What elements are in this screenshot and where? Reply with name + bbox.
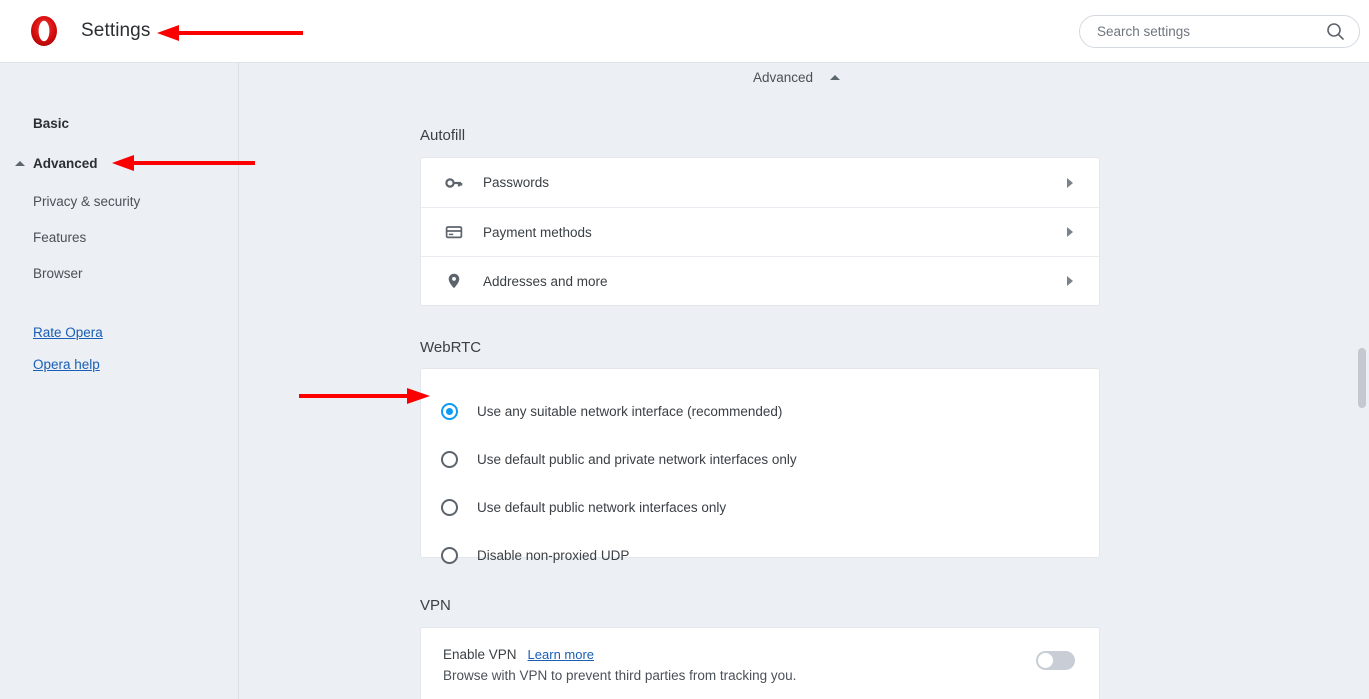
location-pin-icon (443, 272, 465, 290)
opera-help-link[interactable]: Opera help (33, 357, 100, 372)
webrtc-option-any-interface[interactable]: Use any suitable network interface (reco… (421, 387, 1099, 435)
sidebar: Basic Advanced Privacy & security Featur… (0, 63, 239, 699)
enable-vpn-label: Enable VPN (443, 647, 517, 662)
autofill-row-passwords[interactable]: Passwords (421, 158, 1099, 207)
vpn-row: Enable VPN Learn more Browse with VPN to… (421, 628, 1099, 683)
sidebar-item-browser[interactable]: Browser (33, 266, 83, 281)
advanced-toggle-label: Advanced (752, 70, 814, 85)
credit-card-icon (443, 223, 465, 241)
radio-button[interactable] (441, 498, 458, 516)
key-icon (443, 174, 465, 192)
chevron-right-icon[interactable] (1067, 177, 1073, 188)
sidebar-item-features[interactable]: Features (33, 230, 86, 245)
webrtc-option-label: Use any suitable network interface (reco… (477, 403, 783, 419)
vpn-learn-more-link[interactable]: Learn more (528, 647, 594, 662)
webrtc-option-label: Disable non-proxied UDP (477, 547, 630, 563)
vpn-section-title: VPN (420, 597, 451, 614)
sidebar-item-basic[interactable]: Basic (33, 116, 69, 131)
sidebar-item-advanced[interactable]: Advanced (33, 156, 98, 171)
vpn-title-row: Enable VPN Learn more (443, 647, 1075, 662)
autofill-row-label: Passwords (483, 175, 550, 190)
caret-up-icon[interactable] (15, 161, 25, 166)
chevron-right-icon[interactable] (1067, 227, 1073, 237)
webrtc-option-label: Use default public and private network i… (477, 451, 797, 467)
toggle-knob (1038, 653, 1053, 668)
scrollbar-thumb[interactable] (1358, 348, 1366, 408)
webrtc-option-public-only[interactable]: Use default public network interfaces on… (421, 483, 1099, 531)
autofill-section-title: Autofill (420, 127, 466, 144)
search-input[interactable] (1097, 24, 1326, 39)
vertical-scrollbar[interactable] (1354, 63, 1369, 699)
app-header: Settings (0, 0, 1369, 63)
rate-opera-link[interactable]: Rate Opera (33, 325, 103, 340)
search-icon[interactable] (1326, 22, 1345, 41)
radio-button[interactable] (441, 546, 458, 564)
vpn-card: Enable VPN Learn more Browse with VPN to… (420, 627, 1100, 699)
sidebar-item-privacy-security[interactable]: Privacy & security (33, 194, 140, 209)
advanced-section-toggle[interactable]: Advanced (240, 70, 1353, 85)
autofill-row-label: Payment methods (483, 224, 592, 240)
webrtc-option-public-private[interactable]: Use default public and private network i… (421, 435, 1099, 483)
vpn-description: Browse with VPN to prevent third parties… (443, 668, 797, 683)
brand: Settings (27, 14, 150, 48)
autofill-row-addresses[interactable]: Addresses and more (421, 256, 1099, 305)
webrtc-section-title: WebRTC (420, 339, 482, 356)
opera-logo-icon (27, 14, 61, 48)
autofill-row-label: Addresses and more (483, 273, 608, 289)
main-content: Advanced Autofill Passwords Payment meth… (240, 63, 1369, 699)
search-box[interactable] (1079, 15, 1360, 48)
page-title: Settings (81, 20, 151, 41)
chevron-up-icon[interactable] (830, 75, 841, 80)
radio-button-selected[interactable] (441, 402, 458, 420)
webrtc-card: Use any suitable network interface (reco… (420, 368, 1100, 564)
webrtc-option-disable-udp[interactable]: Disable non-proxied UDP (421, 531, 1099, 579)
autofill-card: Passwords Payment methods Addresses and … (420, 157, 1100, 306)
enable-vpn-toggle[interactable] (1036, 651, 1075, 670)
radio-button[interactable] (441, 450, 458, 468)
webrtc-option-label: Use default public network interfaces on… (477, 499, 727, 515)
autofill-row-payment-methods[interactable]: Payment methods (421, 207, 1099, 256)
chevron-right-icon[interactable] (1067, 276, 1073, 286)
